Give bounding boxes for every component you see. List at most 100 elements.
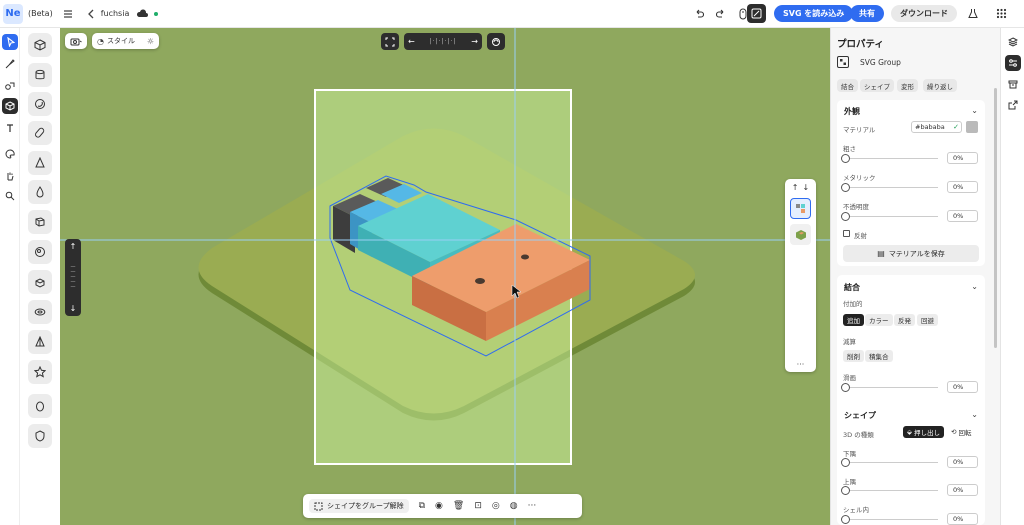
hand-tool-icon[interactable] <box>2 168 18 184</box>
tab-shape[interactable]: シェイプ <box>860 79 894 92</box>
shield-shape-icon[interactable] <box>28 424 52 448</box>
menu-icon[interactable] <box>63 9 73 19</box>
layer-thumb-group[interactable] <box>790 198 811 219</box>
fit-view-button[interactable] <box>381 33 399 50</box>
smooth-slider[interactable] <box>844 387 938 388</box>
arrow-down-icon[interactable]: ↓ <box>70 304 77 313</box>
layer-thumb-scene[interactable] <box>790 224 811 245</box>
zoom-icon[interactable] <box>2 188 18 204</box>
project-name[interactable]: fuchsia <box>101 9 130 18</box>
apps-grid-icon[interactable] <box>996 8 1007 19</box>
orbit-button[interactable] <box>487 33 505 50</box>
top-corner-value[interactable]: 0% <box>947 484 978 496</box>
sphere-shape-icon[interactable] <box>28 92 52 116</box>
add-option-add[interactable]: 追加 <box>843 314 864 326</box>
chevron-down-icon[interactable]: ⌄ <box>971 106 978 115</box>
material-swatch[interactable] <box>966 121 978 133</box>
arrow-down-icon[interactable]: ↓ <box>803 183 810 192</box>
trash-icon[interactable]: 🗑 <box>453 501 464 511</box>
extrude-button[interactable]: ⬙ 押し出し <box>903 426 944 438</box>
shell-value[interactable]: 0% <box>947 513 978 525</box>
pen-tool-icon[interactable] <box>2 56 18 72</box>
timeline-scrubber[interactable]: ← |·|·|·|·| → <box>404 33 482 50</box>
metallic-value[interactable]: 0% <box>947 181 978 193</box>
undo-icon[interactable] <box>694 9 704 19</box>
more-options-icon[interactable]: ··· <box>528 501 537 511</box>
palette-icon[interactable] <box>2 146 18 162</box>
edit-mode-icon[interactable] <box>747 4 766 23</box>
ring-shape-icon[interactable] <box>28 300 52 324</box>
import-svg-button[interactable]: SVG を読み込み <box>774 5 854 22</box>
redo-icon[interactable] <box>716 9 726 19</box>
bottom-corner-value[interactable]: 0% <box>947 456 978 468</box>
add-option-color[interactable]: カラー <box>865 314 893 326</box>
shapes-tool-icon[interactable] <box>2 78 18 94</box>
roughness-slider[interactable] <box>844 158 938 159</box>
top-corner-knob[interactable] <box>841 486 850 495</box>
roughness-value[interactable]: 0% <box>947 152 978 164</box>
add-option-repel[interactable]: 反発 <box>894 314 915 326</box>
arrow-up-icon[interactable]: ↑ <box>70 242 77 251</box>
zoom-slider[interactable]: ↑ — — — — — ↓ <box>65 239 81 316</box>
download-button[interactable]: ダウンロード <box>891 5 957 22</box>
prism-shape-icon[interactable] <box>28 270 52 294</box>
object-name[interactable]: SVG Group <box>860 58 901 67</box>
bottom-corner-slider[interactable] <box>844 462 938 463</box>
canvas[interactable]: ◔ スタイル ☼ ← |·|·|·|·| → ↑ — — — — — ↓ ↑ ↓ ··· <box>60 28 830 525</box>
camera-button[interactable] <box>65 33 87 49</box>
add-option-avoid[interactable]: 回避 <box>917 314 938 326</box>
cube-tool-icon[interactable] <box>2 98 18 114</box>
star-shape-icon[interactable] <box>28 360 52 384</box>
visibility-icon[interactable]: ◉ <box>435 501 443 511</box>
cone-shape-icon[interactable] <box>28 151 52 175</box>
bottom-corner-knob[interactable] <box>841 458 850 467</box>
back-chevron-icon[interactable] <box>87 9 95 19</box>
layers-icon[interactable] <box>1005 34 1021 50</box>
revolve-button[interactable]: ⟲ 回転 <box>947 426 976 438</box>
export-icon[interactable] <box>1005 97 1021 113</box>
flask-icon[interactable] <box>968 8 978 19</box>
drop-shape-icon[interactable] <box>28 180 52 204</box>
tab-transform[interactable]: 変形 <box>897 79 918 92</box>
share-button[interactable]: 共有 <box>850 5 884 22</box>
style-button[interactable]: スタイル <box>107 36 135 46</box>
smooth-value[interactable]: 0% <box>947 381 978 393</box>
opacity-value[interactable]: 0% <box>947 210 978 222</box>
arrow-left-icon[interactable]: ← <box>408 37 415 46</box>
color-icon[interactable]: ◍ <box>510 501 518 511</box>
torus-shape-icon[interactable] <box>28 240 52 264</box>
duplicate-icon[interactable]: ⧉ <box>419 501 425 511</box>
properties-scrollbar[interactable] <box>994 88 997 348</box>
capture-icon[interactable]: ⊡ <box>474 501 482 511</box>
app-logo[interactable]: Ne <box>3 3 23 24</box>
arrow-up-icon[interactable]: ↑ <box>792 183 799 192</box>
archive-icon[interactable] <box>1005 76 1021 92</box>
material-icon[interactable]: ◎ <box>492 501 500 511</box>
egg-shape-icon[interactable] <box>28 394 52 418</box>
subtract-option-intersect[interactable]: 積集合 <box>865 350 893 362</box>
pyramid-shape-icon[interactable] <box>28 330 52 354</box>
subtract-option-cut[interactable]: 削剤 <box>843 350 864 362</box>
cube-shape-icon[interactable] <box>28 33 52 57</box>
box-shape-icon[interactable] <box>28 210 52 234</box>
ungroup-button[interactable]: シェイプをグループ解除 <box>309 499 409 513</box>
shell-knob[interactable] <box>841 515 850 524</box>
roughness-knob[interactable] <box>841 154 850 163</box>
arrow-right-icon[interactable]: → <box>471 37 478 46</box>
chevron-down-icon[interactable]: ⌄ <box>971 282 978 291</box>
tab-combine[interactable]: 結合 <box>837 79 858 92</box>
sliders-icon[interactable] <box>1005 55 1021 71</box>
metallic-knob[interactable] <box>841 183 850 192</box>
more-icon[interactable]: ··· <box>797 360 805 369</box>
text-tool-icon[interactable] <box>2 120 18 136</box>
cylinder-shape-icon[interactable] <box>28 63 52 87</box>
chevron-down-icon[interactable]: ⌄ <box>971 410 978 419</box>
material-color-input[interactable]: #bababa ✓ <box>911 121 962 133</box>
opacity-slider[interactable] <box>844 216 938 217</box>
metallic-slider[interactable] <box>844 187 938 188</box>
reflect-checkbox[interactable] <box>843 230 850 237</box>
top-corner-slider[interactable] <box>844 490 938 491</box>
sun-icon[interactable]: ☼ <box>147 37 154 46</box>
shell-slider[interactable] <box>844 519 938 520</box>
smooth-knob[interactable] <box>841 383 850 392</box>
